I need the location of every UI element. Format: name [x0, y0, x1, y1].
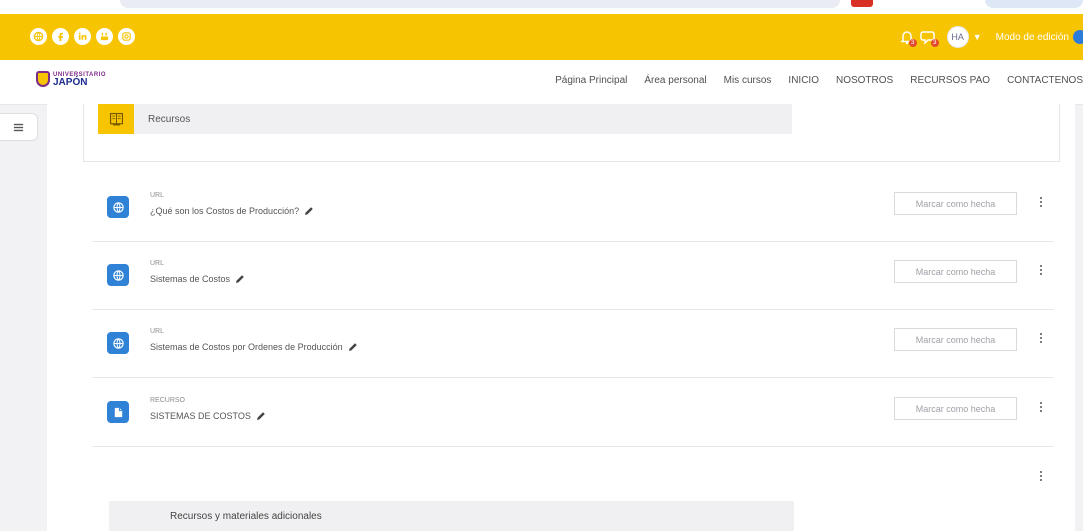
browser-chrome [0, 0, 1083, 14]
logo-line-2: JAPÓN [53, 77, 88, 88]
more-options-icon[interactable] [1037, 262, 1045, 278]
activity-item: RECURSO SISTEMAS DE COSTOS Marcar como h… [92, 378, 1054, 447]
chevron-down-icon[interactable]: ▼ [973, 32, 982, 42]
nav-item-recursos-pao[interactable]: RECURSOS PAO [910, 75, 990, 86]
linkedin-icon[interactable] [74, 28, 91, 45]
messages-count: 3 [930, 39, 939, 47]
activity-link[interactable]: Sistemas de Costos por Ordenes de Produc… [150, 342, 358, 352]
notifications-count: 3 [908, 39, 917, 47]
course-index-toggle[interactable] [0, 113, 38, 141]
more-options-icon[interactable] [1037, 330, 1045, 346]
course-content: Recursos URL ¿Qué son los Costos de Prod… [47, 104, 1075, 531]
nav-item-nosotros[interactable]: NOSOTROS [836, 75, 893, 86]
globe-icon[interactable] [30, 28, 47, 45]
social-links [30, 28, 135, 45]
primary-menu: Página Principal Área personal Mis curso… [538, 75, 1083, 86]
pencil-icon[interactable] [235, 274, 245, 284]
activity-name[interactable]: Sistemas de Costos por Ordenes de Produc… [150, 342, 343, 352]
activity-link[interactable]: ¿Qué son los Costos de Producción? [150, 206, 314, 216]
globe-icon [107, 196, 129, 218]
mark-done-button[interactable]: Marcar como hecha [894, 397, 1017, 420]
activity-type: URL [150, 192, 165, 199]
university-logo[interactable]: UNIVERSITARIO JAPÓN [36, 68, 106, 90]
mark-done-button[interactable]: Marcar como hecha [894, 260, 1017, 283]
section-card: Recursos [83, 104, 1060, 162]
more-options-icon[interactable] [1037, 194, 1045, 210]
activity-type: RECURSO [150, 397, 186, 404]
address-bar[interactable] [120, 0, 840, 8]
activity-item: URL Sistemas de Costos por Ordenes de Pr… [92, 309, 1054, 378]
youtube-icon[interactable] [96, 28, 113, 45]
edit-mode-label: Modo de edición [995, 31, 1069, 43]
edit-mode-toggle[interactable] [1073, 30, 1083, 44]
user-area: 3 3 HA ▼ Modo de edición [897, 25, 1083, 49]
nav-item-inicio[interactable]: INICIO [788, 75, 819, 86]
activity-item: URL ¿Qué son los Costos de Producción? M… [92, 173, 1054, 242]
pencil-icon[interactable] [348, 342, 358, 352]
mark-done-button[interactable]: Marcar como hecha [894, 328, 1017, 351]
globe-icon [107, 332, 129, 354]
browser-profile-area[interactable] [985, 0, 1083, 8]
nav-item-contactenos[interactable]: CONTACTENOS [1007, 75, 1083, 86]
pencil-icon[interactable] [304, 206, 314, 216]
file-icon [107, 401, 129, 423]
activity-name[interactable]: SISTEMAS DE COSTOS [150, 411, 251, 421]
notifications-button[interactable]: 3 [897, 27, 917, 47]
section-header-additional[interactable]: Recursos y materiales adicionales [109, 501, 794, 531]
activity-link[interactable]: Sistemas de Costos [150, 274, 245, 284]
more-options-icon[interactable] [1037, 399, 1045, 415]
activity-type: URL [150, 328, 165, 335]
section-header[interactable]: Recursos [98, 104, 792, 134]
activity-item: URL Sistemas de Costos Marcar como hecha [92, 241, 1054, 310]
activity-name[interactable]: ¿Qué son los Costos de Producción? [150, 206, 299, 216]
main-navbar: UNIVERSITARIO JAPÓN Página Principal Áre… [0, 60, 1083, 105]
section-title: Recursos y materiales adicionales [170, 510, 322, 522]
activity-name[interactable]: Sistemas de Costos [150, 274, 230, 284]
pencil-icon[interactable] [256, 411, 266, 421]
activity-type: URL [150, 260, 165, 267]
list-icon [13, 123, 24, 131]
avatar[interactable]: HA [946, 26, 969, 48]
messages-button[interactable]: 3 [919, 27, 939, 47]
facebook-icon[interactable] [52, 28, 69, 45]
top-bar: 3 3 HA ▼ Modo de edición [0, 14, 1083, 60]
activity-link[interactable]: SISTEMAS DE COSTOS [150, 411, 266, 421]
mark-done-button[interactable]: Marcar como hecha [894, 192, 1017, 215]
extension-badge[interactable] [851, 0, 873, 7]
book-icon [98, 104, 134, 134]
section-options-icon[interactable] [1037, 468, 1045, 484]
nav-item-my-courses[interactable]: Mis cursos [724, 75, 772, 86]
globe-icon [107, 264, 129, 286]
instagram-icon[interactable] [118, 28, 135, 45]
crest-icon [36, 71, 50, 87]
section-title: Recursos [148, 113, 191, 125]
nav-item-home[interactable]: Página Principal [555, 75, 627, 86]
nav-item-dashboard[interactable]: Área personal [644, 75, 706, 86]
